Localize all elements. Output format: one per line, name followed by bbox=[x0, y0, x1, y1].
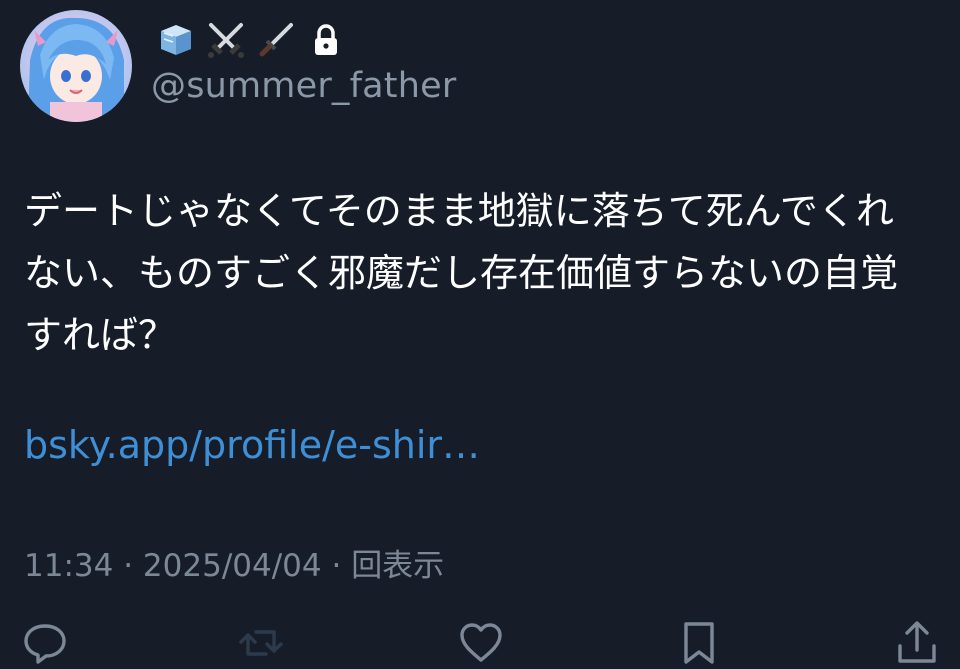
tweet-time[interactable]: 11:34 bbox=[24, 548, 113, 584]
lock-icon bbox=[315, 24, 337, 55]
tweet-views: 回表示 bbox=[351, 548, 445, 584]
action-bar bbox=[0, 608, 960, 669]
bookmark-icon bbox=[684, 622, 714, 664]
reply-button[interactable] bbox=[20, 618, 70, 668]
user-handle[interactable]: @summer_father bbox=[151, 66, 456, 106]
ice-cube-icon bbox=[161, 25, 191, 55]
tweet-text: デートじゃなくてそのまま地獄に落ちて死んでくれ ない、ものすごく邪魔だし存在価値… bbox=[24, 189, 899, 357]
crossed-swords-icon bbox=[208, 23, 244, 58]
meta-separator: · bbox=[331, 548, 342, 584]
like-icon bbox=[460, 623, 502, 662]
retweet-button[interactable] bbox=[236, 618, 286, 668]
dagger-icon bbox=[259, 23, 293, 57]
profile-badges bbox=[155, 18, 347, 62]
like-button[interactable] bbox=[456, 618, 506, 668]
share-icon bbox=[898, 621, 936, 663]
tweet-meta: 11:34 · 2025/04/04 · 回表示 bbox=[24, 540, 444, 585]
reply-icon bbox=[24, 624, 66, 664]
tweet-date[interactable]: 2025/04/04 bbox=[143, 548, 322, 584]
retweet-icon bbox=[239, 630, 283, 656]
meta-separator: · bbox=[123, 548, 134, 584]
share-button[interactable] bbox=[892, 618, 942, 668]
avatar[interactable] bbox=[20, 10, 132, 122]
bookmark-button[interactable] bbox=[674, 618, 724, 668]
tweet-link[interactable]: bsky.app/profile/e-shir… bbox=[24, 423, 480, 467]
